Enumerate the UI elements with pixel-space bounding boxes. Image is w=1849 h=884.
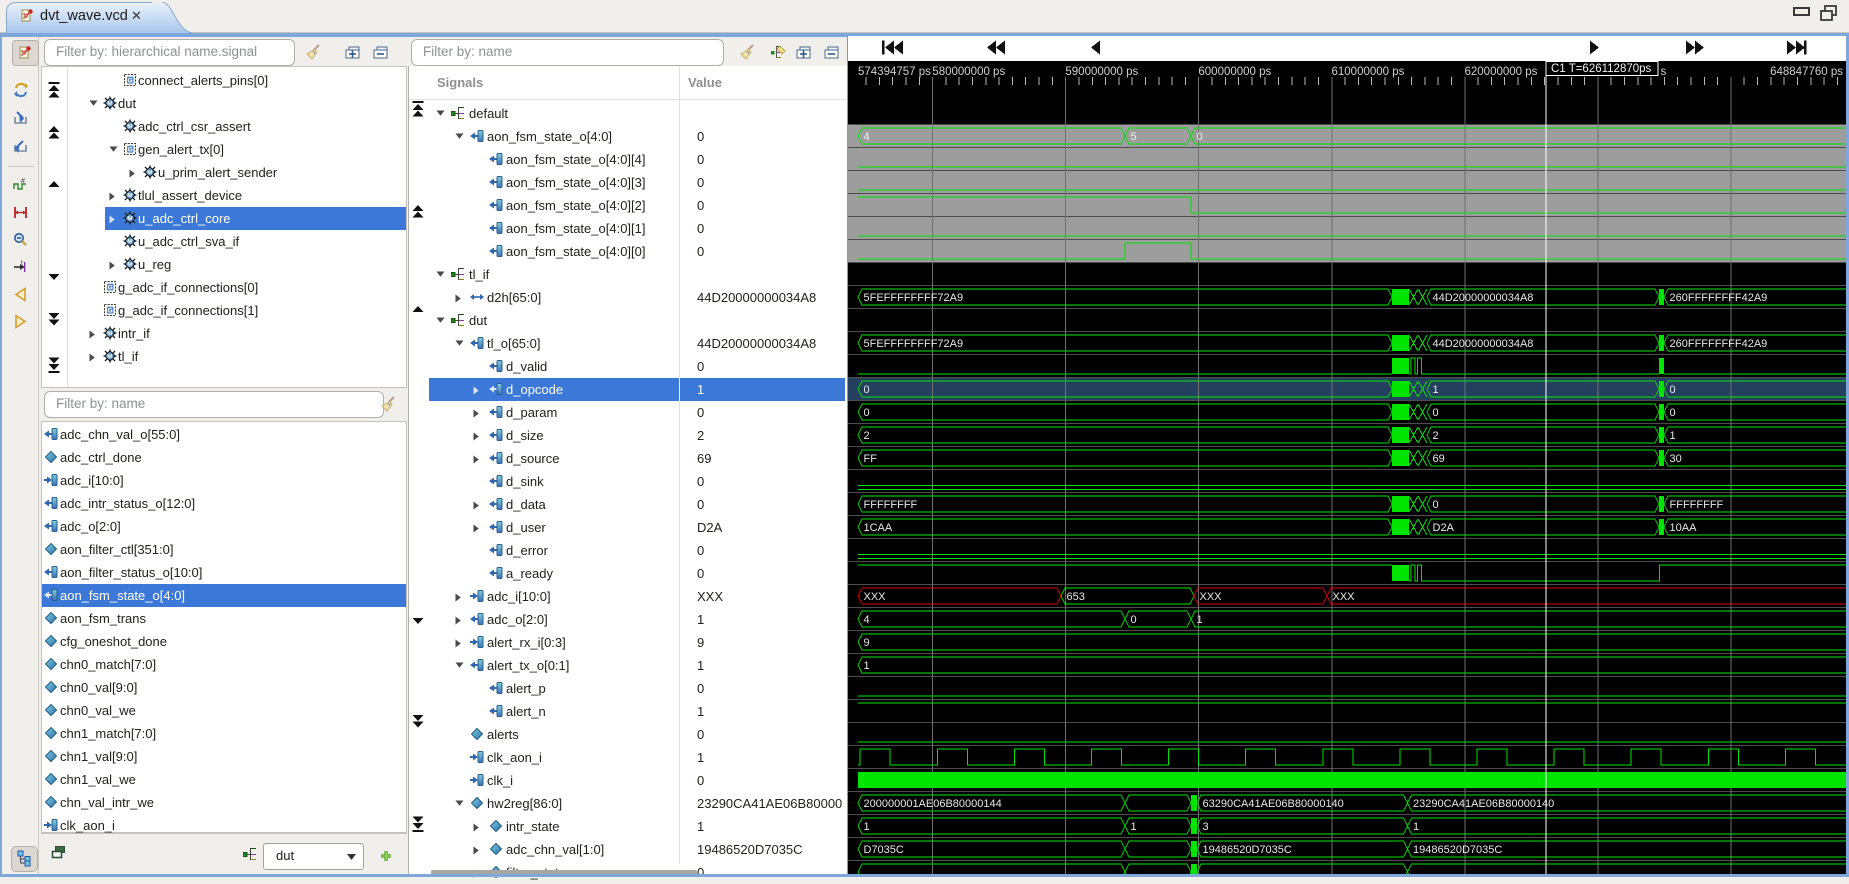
svg-text:M: M (127, 238, 132, 245)
svg-text:FFFFFFFF: FFFFFFFF (1670, 499, 1724, 511)
svg-text:44D20000000034A8: 44D20000000034A8 (1433, 338, 1534, 350)
svg-text:1: 1 (1433, 384, 1439, 396)
svg-text:0: 0 (864, 407, 870, 419)
svg-text:0: 0 (1670, 407, 1676, 419)
svg-text:1: 1 (1131, 821, 1137, 833)
svg-text:G: G (108, 284, 113, 291)
svg-text:G: G (128, 146, 133, 153)
svg-text:9: 9 (864, 637, 870, 649)
svg-text:600000000 ps: 600000000 ps (1198, 66, 1271, 78)
svg-text:D7035C: D7035C (864, 844, 904, 856)
svg-text:3: 3 (1203, 821, 1209, 833)
svg-text:30: 30 (1670, 453, 1682, 465)
svg-text:0: 0 (1433, 407, 1439, 419)
svg-text:590000000 ps: 590000000 ps (1065, 66, 1138, 78)
svg-text:M: M (127, 261, 132, 268)
svg-text:1: 1 (864, 660, 870, 672)
svg-text:260FFFFFFFF42A9: 260FFFFFFFF42A9 (1670, 338, 1768, 350)
svg-text:#: # (21, 178, 25, 185)
svg-text:260FFFFFFFF42A9: 260FFFFFFFF42A9 (1670, 292, 1768, 304)
svg-text:XXX: XXX (1200, 591, 1223, 603)
svg-text:2: 2 (864, 430, 870, 442)
svg-text:5FEFFFFFFFF72A9: 5FEFFFFFFFF72A9 (864, 292, 964, 304)
svg-text:200000001AE06B80000144: 200000001AE06B80000144 (864, 798, 1002, 810)
svg-text:44D20000000034A8: 44D20000000034A8 (1433, 292, 1534, 304)
svg-text:5FEFFFFFFFF72A9: 5FEFFFFFFFF72A9 (864, 338, 964, 350)
svg-text:19486520D7035C: 19486520D7035C (1203, 844, 1292, 856)
svg-text:0: 0 (1670, 384, 1676, 396)
svg-text:10AA: 10AA (1670, 522, 1698, 534)
svg-text:M: M (127, 123, 132, 130)
svg-text:4: 4 (864, 614, 870, 626)
svg-text:23290CA41AE06B80000140: 23290CA41AE06B80000140 (1413, 798, 1554, 810)
svg-text:69: 69 (1433, 453, 1445, 465)
svg-text:0: 0 (864, 384, 870, 396)
svg-text:D2A: D2A (1433, 522, 1455, 534)
svg-text:19486520D7035C: 19486520D7035C (1413, 844, 1502, 856)
svg-text:0: 0 (1131, 614, 1137, 626)
svg-text:t: t (21, 260, 23, 267)
svg-text:M: M (127, 215, 132, 222)
svg-text:1: 1 (864, 821, 870, 833)
svg-text:M: M (127, 192, 132, 199)
svg-text:63290CA41AE06B80000140: 63290CA41AE06B80000140 (1203, 798, 1344, 810)
svg-text:XXX: XXX (864, 591, 887, 603)
svg-text:G: G (128, 77, 133, 84)
svg-text:XXX: XXX (1333, 591, 1356, 603)
svg-text:s: s (1661, 66, 1667, 78)
svg-text:M: M (107, 100, 112, 107)
svg-text:M: M (147, 169, 152, 176)
svg-text:653: 653 (1067, 591, 1085, 603)
svg-text:620000000 ps: 620000000 ps (1465, 66, 1538, 78)
svg-text:574394757 ps: 574394757 ps (858, 66, 931, 78)
svg-text:580000000 ps: 580000000 ps (932, 66, 1005, 78)
svg-text:1: 1 (1197, 614, 1203, 626)
svg-text:0: 0 (1433, 499, 1439, 511)
svg-text:648847760 ps: 648847760 ps (1770, 66, 1843, 78)
svg-text:M: M (107, 353, 112, 360)
svg-text:0: 0 (1197, 131, 1203, 143)
svg-text:G: G (108, 307, 113, 314)
svg-text:FF: FF (864, 453, 878, 465)
svg-text:1CAA: 1CAA (864, 522, 893, 534)
svg-text:2: 2 (1433, 430, 1439, 442)
svg-text:610000000 ps: 610000000 ps (1332, 66, 1405, 78)
svg-text:1: 1 (1670, 430, 1676, 442)
svg-text:4: 4 (864, 131, 870, 143)
svg-text:M: M (107, 330, 112, 337)
svg-text:5: 5 (1131, 131, 1137, 143)
svg-text:C1 T=626112870ps: C1 T=626112870ps (1551, 63, 1652, 75)
svg-text:1: 1 (1413, 821, 1419, 833)
svg-text:FFFFFFFF: FFFFFFFF (864, 499, 918, 511)
